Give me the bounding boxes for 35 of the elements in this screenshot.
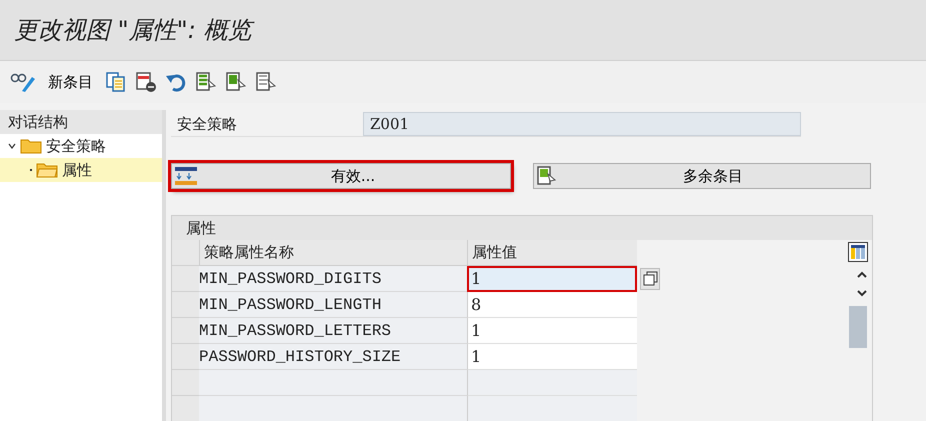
folder-icon (20, 138, 42, 154)
value-help-icon[interactable] (640, 268, 660, 290)
column-settings-icon[interactable] (848, 242, 868, 262)
deselect-all-icon[interactable] (255, 71, 277, 93)
table-cell: PASSWORD_HISTORY_SIZE (199, 344, 467, 370)
select-block-icon (536, 166, 558, 186)
tree-item[interactable]: 安全策略 (0, 134, 162, 158)
delete-row-icon[interactable] (135, 71, 157, 93)
scroll-up-icon[interactable] (856, 270, 868, 280)
new-entries-button[interactable]: 新条目 (44, 72, 97, 92)
table-cell: MIN_PASSWORD_LENGTH (199, 292, 467, 318)
scroll-down-icon[interactable] (856, 288, 868, 298)
folder-icon (36, 162, 58, 178)
tree-item[interactable]: 属性 (0, 158, 162, 182)
select-all-icon[interactable] (195, 71, 217, 93)
chevron-down-icon[interactable] (8, 142, 16, 150)
extra-entries-button[interactable]: 多余条目 (533, 163, 871, 189)
value-field[interactable]: 1 (467, 318, 637, 344)
value-field[interactable]: 1 (467, 344, 637, 370)
panel-title: 对话结构 (8, 112, 68, 132)
valid-button[interactable]: 有效... (171, 163, 511, 189)
column-header[interactable]: 属性值 (467, 240, 637, 266)
table-cell: MIN_PASSWORD_LETTERS (199, 318, 467, 344)
field-label: 安全策略 (176, 114, 238, 134)
value-field[interactable]: 1 (467, 266, 637, 292)
copy-icon[interactable] (105, 71, 127, 93)
table-title: 属性 (186, 218, 216, 238)
glasses-pen-icon[interactable] (10, 71, 36, 93)
transport-icon (174, 166, 198, 186)
scroll-thumb[interactable] (849, 306, 867, 348)
policy-field[interactable]: Z001 (363, 112, 801, 136)
value-field[interactable]: 8 (467, 292, 637, 318)
select-block-icon[interactable] (225, 71, 247, 93)
column-header[interactable]: 策略属性名称 (199, 240, 467, 266)
table-cell: MIN_PASSWORD_DIGITS (199, 266, 467, 292)
